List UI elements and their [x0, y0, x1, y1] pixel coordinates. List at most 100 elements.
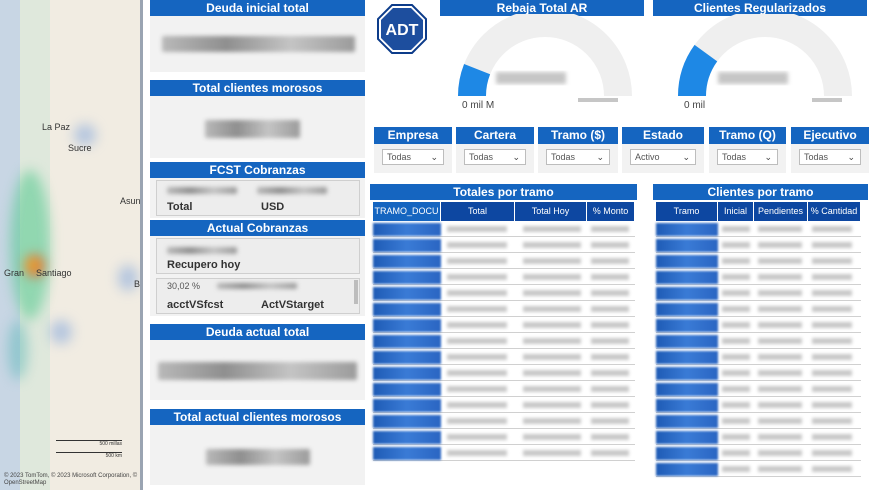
redacted-cell — [722, 450, 750, 456]
column-header[interactable]: Tramo — [656, 202, 718, 221]
table-row[interactable] — [656, 238, 861, 253]
redacted-value — [217, 283, 297, 289]
table-row[interactable] — [373, 382, 635, 397]
card-title: Deuda actual total — [150, 324, 365, 340]
slicer-label: Ejecutivo — [791, 127, 869, 144]
table-row[interactable] — [656, 350, 861, 365]
slicer-dropdown[interactable]: Todas ⌄ — [546, 149, 610, 165]
table-row[interactable] — [373, 222, 635, 237]
table-row[interactable] — [373, 238, 635, 253]
redacted-cell — [447, 450, 507, 456]
column-header[interactable]: TRAMO_DOCU — [373, 202, 441, 221]
redacted-cell — [591, 226, 629, 232]
slicer-dropdown[interactable]: Todas ⌄ — [717, 149, 778, 165]
column-header[interactable]: Total — [441, 202, 515, 221]
table-row[interactable] — [373, 430, 635, 445]
card-fcst-cobranzas[interactable]: FCST Cobranzas Total USD — [150, 162, 365, 218]
table-row[interactable] — [656, 414, 861, 429]
column-header[interactable]: % Cantidad — [808, 202, 861, 221]
slicer-value: Todas — [722, 152, 747, 162]
table-row[interactable] — [656, 398, 861, 413]
gauge-rebaja[interactable] — [456, 14, 634, 102]
column-header[interactable]: Inicial — [718, 202, 754, 221]
slicer-dropdown[interactable]: Activo ⌄ — [630, 149, 696, 165]
table-row[interactable] — [373, 366, 635, 381]
map-scale-miles: 500 millas — [56, 440, 122, 447]
table-row[interactable] — [373, 398, 635, 413]
table-row[interactable] — [656, 254, 861, 269]
redacted-cell — [656, 319, 718, 332]
map-visual[interactable]: La Paz Sucre Asun Gran Santiago B 500 mi… — [0, 0, 143, 490]
redacted-cell — [758, 386, 802, 392]
redacted-cell — [591, 306, 629, 312]
redacted-cell — [758, 338, 802, 344]
column-header[interactable]: % Monto — [587, 202, 635, 221]
slicer-tramo-monto[interactable]: Tramo ($) Todas ⌄ — [538, 127, 618, 173]
redacted-cell — [758, 306, 802, 312]
slicer-label: Tramo (Q) — [709, 127, 786, 144]
table-totales[interactable]: TRAMO_DOCU Total Total Hoy % Monto — [373, 202, 635, 470]
slicer-cartera[interactable]: Cartera Todas ⌄ — [456, 127, 534, 173]
chevron-down-icon: ⌄ — [847, 152, 855, 162]
table-row[interactable] — [373, 414, 635, 429]
table-row[interactable] — [656, 334, 861, 349]
redacted-cell — [722, 466, 750, 472]
slicer-tramo-cantidad[interactable]: Tramo (Q) Todas ⌄ — [709, 127, 786, 173]
table-row[interactable] — [373, 254, 635, 269]
redacted-cell — [591, 354, 629, 360]
redacted-cell — [591, 290, 629, 296]
card-total-actual-morosos[interactable]: Total actual clientes morosos — [150, 409, 365, 485]
gauge-min-label: 0 mil M — [462, 100, 495, 111]
table-row[interactable] — [656, 302, 861, 317]
table-row[interactable] — [656, 270, 861, 285]
redacted-cell — [591, 370, 629, 376]
slicer-dropdown[interactable]: Todas ⌄ — [464, 149, 526, 165]
redacted-cell — [523, 322, 581, 328]
column-header[interactable]: Pendientes — [754, 202, 808, 221]
gauge-clientes[interactable] — [676, 14, 854, 102]
table-row[interactable] — [656, 318, 861, 333]
redacted-cell — [591, 450, 629, 456]
fcst-total-label: Total — [167, 201, 193, 213]
table-row[interactable] — [656, 222, 861, 237]
table-row[interactable] — [656, 430, 861, 445]
redacted-cell — [812, 402, 852, 408]
table-row[interactable] — [373, 302, 635, 317]
table-row[interactable] — [373, 286, 635, 301]
table-row[interactable] — [373, 270, 635, 285]
redacted-cell — [591, 242, 629, 248]
table-row[interactable] — [656, 382, 861, 397]
card-actual-cobranzas[interactable]: Actual Cobranzas Recupero hoy 30,02 % ac… — [150, 220, 365, 316]
redacted-cell — [373, 351, 441, 364]
table-row[interactable] — [656, 462, 861, 477]
table-title-totales: Totales por tramo — [370, 184, 637, 200]
column-header[interactable]: Total Hoy — [515, 202, 587, 221]
slicer-estado[interactable]: Estado Activo ⌄ — [622, 127, 704, 173]
card-total-morosos[interactable]: Total clientes morosos — [150, 80, 365, 158]
redacted-cell — [447, 434, 507, 440]
redacted-cell — [812, 242, 852, 248]
slicer-dropdown[interactable]: Todas ⌄ — [799, 149, 861, 165]
redacted-cell — [656, 239, 718, 252]
slicer-ejecutivo[interactable]: Ejecutivo Todas ⌄ — [791, 127, 869, 173]
table-row[interactable] — [373, 446, 635, 461]
table-clientes[interactable]: Tramo Inicial Pendientes % Cantidad — [656, 202, 861, 482]
card-deuda-inicial[interactable]: Deuda inicial total — [150, 0, 365, 72]
card-deuda-actual[interactable]: Deuda actual total — [150, 324, 365, 400]
slicer-empresa[interactable]: Empresa Todas ⌄ — [374, 127, 452, 173]
slicer-dropdown[interactable]: Todas ⌄ — [382, 149, 444, 165]
redacted-cell — [591, 322, 629, 328]
redacted-cell — [758, 466, 802, 472]
table-row[interactable] — [656, 366, 861, 381]
table-row[interactable] — [656, 446, 861, 461]
table-row[interactable] — [373, 318, 635, 333]
redacted-cell — [591, 402, 629, 408]
redacted-cell — [656, 415, 718, 428]
redacted-cell — [373, 303, 441, 316]
scrollbar[interactable] — [354, 280, 358, 304]
table-row[interactable] — [656, 286, 861, 301]
table-row[interactable] — [373, 334, 635, 349]
redacted-cell — [656, 367, 718, 380]
redacted-cell — [812, 338, 852, 344]
table-row[interactable] — [373, 350, 635, 365]
